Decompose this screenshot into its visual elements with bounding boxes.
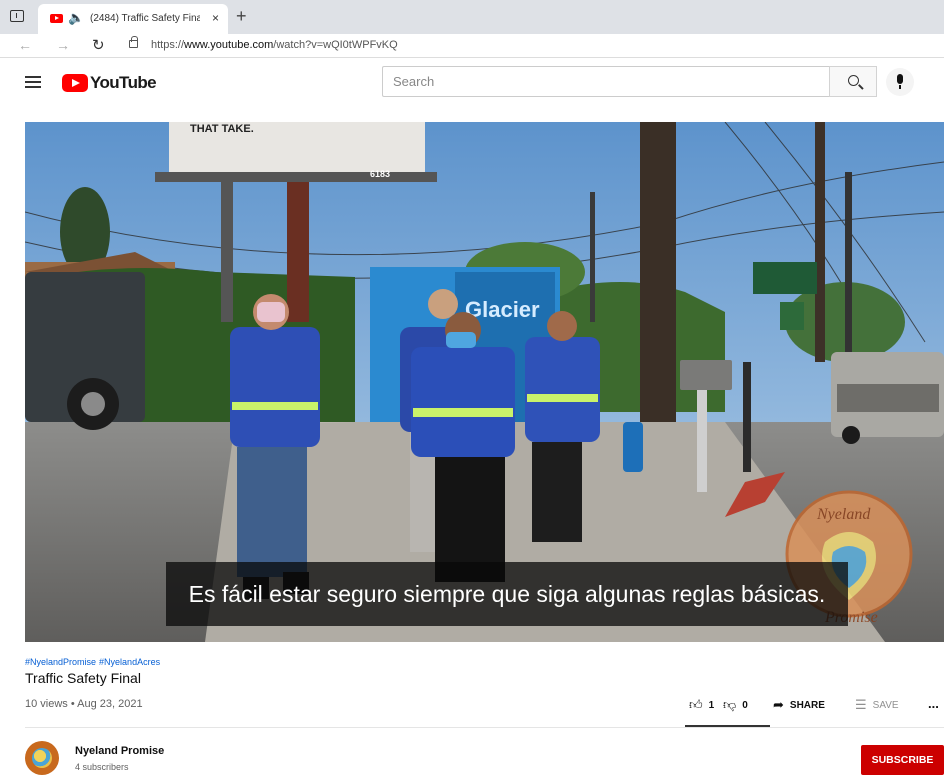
video-caption: Es fácil estar seguro siempre que siga a… (166, 562, 848, 626)
more-actions-button[interactable]: ... (928, 696, 939, 711)
lock-icon[interactable] (129, 36, 138, 48)
youtube-favicon-icon (50, 14, 63, 23)
share-button[interactable]: ➦ SHARE (773, 698, 825, 713)
video-title: Traffic Safety Final (25, 670, 141, 686)
like-count: 1 (708, 700, 715, 711)
thumbs-up-icon: 👍︎ (689, 698, 703, 713)
dislike-count: 0 (742, 700, 748, 711)
channel-avatar[interactable] (25, 741, 59, 775)
share-label: SHARE (789, 700, 825, 711)
channel-name[interactable]: Nyeland Promise (75, 745, 164, 757)
watermark-text-top: Nyeland (816, 506, 871, 523)
thumbs-down-icon: 👎︎ (723, 698, 737, 713)
tab-title: (2484) Traffic Safety Final - Y (90, 13, 200, 24)
save-button[interactable]: ☰ SAVE (855, 698, 899, 713)
search-icon (848, 75, 859, 86)
youtube-logo-text: YouTube (90, 73, 157, 92)
dislike-button[interactable]: 👎︎ 0 (723, 698, 748, 713)
address-bar: ← → ↻ https://www.youtube.com/watch?v=wQ… (0, 34, 944, 58)
audio-playing-icon[interactable]: 🔈 (68, 11, 84, 26)
browser-tab-strip: 🔈 (2484) Traffic Safety Final - Y × + (0, 0, 944, 34)
search-input[interactable]: Search (382, 66, 829, 97)
voice-search-button[interactable] (886, 68, 914, 96)
subscriber-count: 4 subscribers (75, 762, 129, 772)
billboard-text: THAT TAKE. (190, 123, 254, 135)
tab-actions-icon[interactable] (10, 10, 24, 22)
billboard-number: 6183 (370, 169, 390, 179)
url-prefix: https:// (151, 39, 185, 51)
hashtag-link[interactable]: #NyelandAcres (99, 657, 160, 667)
new-tab-button[interactable]: + (236, 6, 247, 27)
hashtag-link[interactable]: #NyelandPromise (25, 657, 96, 667)
youtube-play-icon (62, 74, 88, 92)
reload-icon[interactable]: ↻ (92, 36, 105, 54)
video-player[interactable]: 6183 THAT TAKE. Glacier Nyeland Promise … (25, 122, 944, 642)
youtube-header: YouTube Search (0, 58, 944, 108)
hamburger-menu-icon[interactable] (25, 76, 41, 88)
share-arrow-icon: ➦ (773, 698, 784, 713)
url-field[interactable]: https://www.youtube.com/watch?v=wQI0tWPF… (151, 39, 398, 51)
browser-tab[interactable]: 🔈 (2484) Traffic Safety Final - Y × (38, 4, 228, 34)
subscribe-button[interactable]: SUBSCRIBE (861, 745, 944, 775)
microphone-icon (897, 74, 903, 89)
like-button[interactable]: 👍︎ 1 (689, 698, 714, 713)
video-meta: 10 views • Aug 23, 2021 (25, 698, 143, 710)
save-label: SAVE (872, 700, 899, 711)
url-path: /watch?v=wQI0tWPFvKQ (273, 39, 398, 51)
close-tab-icon[interactable]: × (212, 11, 219, 25)
forward-icon[interactable]: → (56, 37, 70, 53)
playlist-add-icon: ☰ (855, 698, 867, 713)
search-button[interactable] (829, 66, 877, 97)
hashtags: #NyelandPromise #NyelandAcres (25, 657, 163, 667)
url-domain: www.youtube.com (184, 39, 274, 51)
divider (25, 727, 944, 728)
back-icon[interactable]: ← (18, 37, 32, 53)
